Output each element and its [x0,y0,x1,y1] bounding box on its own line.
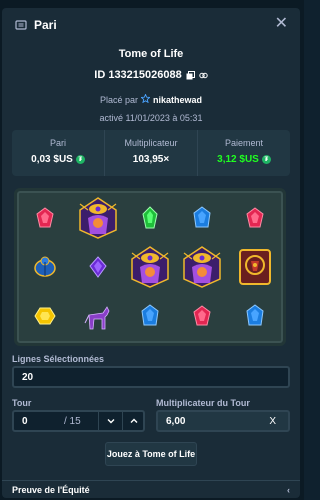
blue-scarab-symbol [19,242,71,291]
close-icon[interactable]: ✕ [275,16,288,32]
stat-bet-value: 0,03 $US [31,154,73,165]
round-multiplier-field: 6,00 X [156,410,290,432]
tether-coin-icon: ₮ [75,155,85,164]
bet-stats: Pari 0,03 $US ₮ Multiplicateur 103,95× Pa… [12,130,290,176]
tome-symbol [229,242,281,291]
stat-bet-value-row: 0,03 $US ₮ [12,154,104,165]
round-multiplier-value: 6,00 [166,415,186,427]
blue-gem-symbol [176,193,228,242]
purple-gem-symbol [71,242,123,291]
ticket-icon [14,18,28,32]
round-multiplier-label: Multiplicateur du Tour [156,398,250,408]
vip-star-icon [140,93,151,105]
bet-id: ID 133215026088 [94,69,182,81]
round-field[interactable]: 0 / 15 [12,410,145,432]
jackal-symbol [71,292,123,341]
fairness-footer[interactable]: Preuve de l'Équité ‹ [2,480,300,498]
placed-by-label: Placé par [99,94,138,105]
pharaoh-eye-symbol [71,193,123,242]
round-value: 0 [22,415,28,427]
stat-multiplier: Multiplicateur 103,95× [105,130,198,176]
round-label: Tour [12,398,32,408]
blue-gem-symbol [229,292,281,341]
fairness-label: Preuve de l'Équité [12,484,90,495]
chevron-up-icon[interactable] [122,410,145,432]
modal-title: Pari [34,18,57,32]
game-name: Tome of Life [118,48,184,60]
activated-date: activé 11/01/2023 à 05:31 [99,113,203,123]
pharaoh-eye-symbol [176,242,228,291]
tether-coin-icon: ₮ [261,155,271,164]
placed-by-row: Placé par nikathewad [2,93,300,105]
red-gem-symbol [19,193,71,242]
bet-id-row: ID 133215026088 [2,68,300,82]
stat-payout-value: 3,12 $US [217,154,259,165]
lines-field[interactable]: 20 [12,366,290,388]
yellow-gem-symbol [19,292,71,341]
pharaoh-eye-symbol [124,242,176,291]
green-gem-symbol [124,193,176,242]
bet-modal: Pari ✕ Tome of Life ID 133215026088 Plac… [2,8,300,498]
copy-icon[interactable] [186,70,195,80]
stat-multiplier-label: Multiplicateur [124,138,178,148]
round-total: / 15 [64,415,81,427]
placed-by-user[interactable]: nikathewad [153,95,202,105]
red-gem-symbol [229,193,281,242]
stat-bet: Pari 0,03 $US ₮ [12,130,105,176]
slot-board [14,188,286,346]
red-gem-symbol [176,292,228,341]
stat-payout-label: Paiement [224,138,264,148]
play-game-button[interactable]: Jouez à Tome of Life [105,442,197,466]
blue-gem-symbol [124,292,176,341]
stat-bet-label: Pari [49,138,66,148]
chevron-left-icon: ‹ [287,484,290,495]
chevron-down-icon[interactable] [98,410,122,432]
link-icon[interactable] [199,71,208,80]
modal-header: Pari ✕ [2,8,300,42]
stat-payout-value-row: 3,12 $US ₮ [198,154,290,165]
stat-multiplier-value: 103,95× [132,154,170,165]
multiplier-x-suffix: X [269,415,276,427]
lines-label: Lignes Sélectionnées [12,354,105,364]
stat-payout: Paiement 3,12 $US ₮ [198,130,290,176]
